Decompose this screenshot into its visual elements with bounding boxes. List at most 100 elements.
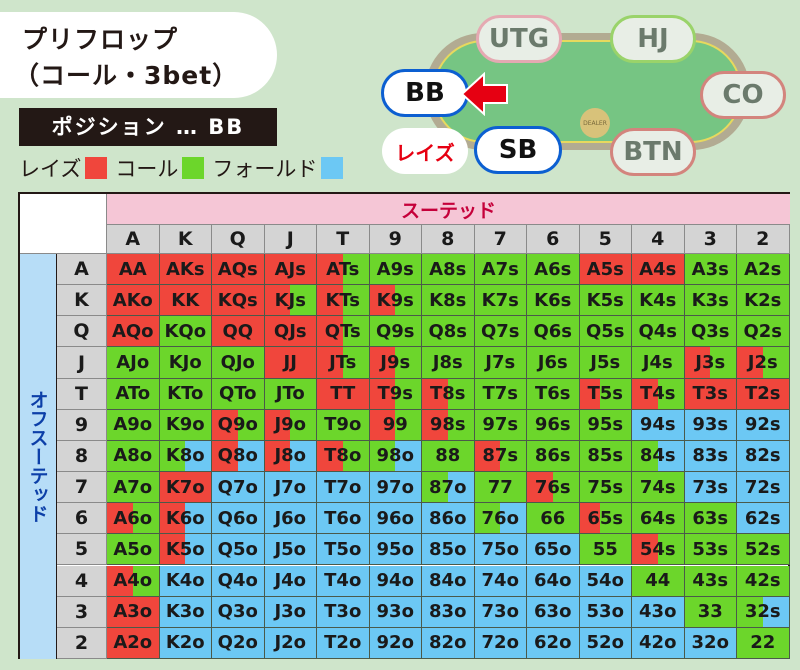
hand-cell-64s[interactable]: 64s <box>632 503 685 535</box>
hand-cell-AKo[interactable]: AKo <box>107 285 160 317</box>
hand-cell-T5o[interactable]: T5o <box>317 534 370 566</box>
hand-cell-JJ[interactable]: JJ <box>264 347 317 379</box>
hand-cell-95s[interactable]: 95s <box>579 409 632 441</box>
hand-cell-52o[interactable]: 52o <box>579 627 632 659</box>
hand-cell-72o[interactable]: 72o <box>474 627 527 659</box>
hand-cell-A3o[interactable]: A3o <box>107 596 160 628</box>
hand-cell-A8s[interactable]: A8s <box>422 254 475 286</box>
hand-cell-85s[interactable]: 85s <box>579 440 632 473</box>
hand-cell-J7o[interactable]: J7o <box>264 472 317 504</box>
hand-cell-55[interactable]: 55 <box>579 534 632 566</box>
hand-cell-92o[interactable]: 92o <box>369 627 422 659</box>
hand-cell-T9s[interactable]: T9s <box>369 378 422 410</box>
hand-cell-T7s[interactable]: T7s <box>474 378 527 410</box>
hand-cell-Q3o[interactable]: Q3o <box>212 596 265 628</box>
hand-cell-84o[interactable]: 84o <box>422 565 475 597</box>
hand-cell-Q8o[interactable]: Q8o <box>212 440 265 473</box>
hand-cell-93s[interactable]: 93s <box>684 409 737 441</box>
hand-cell-K7o[interactable]: K7o <box>159 472 212 504</box>
hand-cell-98s[interactable]: 98s <box>422 409 475 441</box>
hand-cell-83s[interactable]: 83s <box>684 440 737 473</box>
hand-cell-Q5o[interactable]: Q5o <box>212 534 265 566</box>
hand-cell-A7s[interactable]: A7s <box>474 254 527 286</box>
hand-cell-A2o[interactable]: A2o <box>107 627 160 659</box>
hand-cell-73o[interactable]: 73o <box>474 596 527 628</box>
hand-cell-AJs[interactable]: AJs <box>264 254 317 286</box>
hand-cell-Q8s[interactable]: Q8s <box>422 316 475 348</box>
hand-cell-J2o[interactable]: J2o <box>264 627 317 659</box>
hand-cell-K5s[interactable]: K5s <box>579 285 632 317</box>
hand-cell-T8s[interactable]: T8s <box>422 378 475 410</box>
hand-cell-J8s[interactable]: J8s <box>422 347 475 379</box>
hand-cell-K5o[interactable]: K5o <box>159 534 212 566</box>
hand-cell-82s[interactable]: 82s <box>737 440 790 473</box>
hand-cell-K6s[interactable]: K6s <box>527 285 580 317</box>
hand-cell-Q7o[interactable]: Q7o <box>212 472 265 504</box>
hand-cell-J6o[interactable]: J6o <box>264 503 317 535</box>
hand-cell-KJs[interactable]: KJs <box>264 285 317 317</box>
hand-cell-97s[interactable]: 97s <box>474 409 527 441</box>
hand-cell-T6s[interactable]: T6s <box>527 378 580 410</box>
hand-cell-K3o[interactable]: K3o <box>159 596 212 628</box>
hand-cell-95o[interactable]: 95o <box>369 534 422 566</box>
hand-cell-A2s[interactable]: A2s <box>737 254 790 286</box>
hand-cell-63o[interactable]: 63o <box>527 596 580 628</box>
hand-cell-32o[interactable]: 32o <box>684 627 737 659</box>
hand-cell-88[interactable]: 88 <box>422 440 475 473</box>
hand-cell-AQo[interactable]: AQo <box>107 316 160 348</box>
hand-cell-J3o[interactable]: J3o <box>264 596 317 628</box>
hand-cell-J8o[interactable]: J8o <box>264 440 317 473</box>
hand-cell-KQs[interactable]: KQs <box>212 285 265 317</box>
hand-cell-96o[interactable]: 96o <box>369 503 422 535</box>
hand-cell-QTo[interactable]: QTo <box>212 378 265 410</box>
hand-cell-96s[interactable]: 96s <box>527 409 580 441</box>
hand-cell-64o[interactable]: 64o <box>527 565 580 597</box>
hand-cell-Q5s[interactable]: Q5s <box>579 316 632 348</box>
hand-cell-QJo[interactable]: QJo <box>212 347 265 379</box>
hand-cell-43s[interactable]: 43s <box>684 565 737 597</box>
hand-cell-T8o[interactable]: T8o <box>317 440 370 473</box>
hand-cell-97o[interactable]: 97o <box>369 472 422 504</box>
hand-cell-J7s[interactable]: J7s <box>474 347 527 379</box>
hand-cell-94s[interactable]: 94s <box>632 409 685 441</box>
hand-cell-Q2o[interactable]: Q2o <box>212 627 265 659</box>
hand-cell-KTs[interactable]: KTs <box>317 285 370 317</box>
hand-cell-A5o[interactable]: A5o <box>107 534 160 566</box>
hand-cell-A4o[interactable]: A4o <box>107 565 160 597</box>
hand-cell-74s[interactable]: 74s <box>632 472 685 504</box>
hand-cell-AKs[interactable]: AKs <box>159 254 212 286</box>
hand-cell-J3s[interactable]: J3s <box>684 347 737 379</box>
hand-cell-85o[interactable]: 85o <box>422 534 475 566</box>
hand-cell-84s[interactable]: 84s <box>632 440 685 473</box>
hand-cell-62s[interactable]: 62s <box>737 503 790 535</box>
hand-cell-T3s[interactable]: T3s <box>684 378 737 410</box>
hand-cell-JTo[interactable]: JTo <box>264 378 317 410</box>
hand-cell-K4s[interactable]: K4s <box>632 285 685 317</box>
hand-cell-QJs[interactable]: QJs <box>264 316 317 348</box>
hand-cell-A7o[interactable]: A7o <box>107 472 160 504</box>
hand-cell-98o[interactable]: 98o <box>369 440 422 473</box>
hand-cell-99[interactable]: 99 <box>369 409 422 441</box>
hand-cell-J5s[interactable]: J5s <box>579 347 632 379</box>
hand-cell-75s[interactable]: 75s <box>579 472 632 504</box>
hand-cell-K9o[interactable]: K9o <box>159 409 212 441</box>
hand-cell-Q7s[interactable]: Q7s <box>474 316 527 348</box>
hand-cell-Q6o[interactable]: Q6o <box>212 503 265 535</box>
hand-cell-42o[interactable]: 42o <box>632 627 685 659</box>
hand-cell-A8o[interactable]: A8o <box>107 440 160 473</box>
hand-cell-T7o[interactable]: T7o <box>317 472 370 504</box>
hand-cell-T4s[interactable]: T4s <box>632 378 685 410</box>
hand-cell-53s[interactable]: 53s <box>684 534 737 566</box>
hand-cell-86s[interactable]: 86s <box>527 440 580 473</box>
hand-cell-77[interactable]: 77 <box>474 472 527 504</box>
hand-cell-J5o[interactable]: J5o <box>264 534 317 566</box>
hand-cell-T2o[interactable]: T2o <box>317 627 370 659</box>
hand-cell-J9s[interactable]: J9s <box>369 347 422 379</box>
hand-cell-K6o[interactable]: K6o <box>159 503 212 535</box>
hand-cell-93o[interactable]: 93o <box>369 596 422 628</box>
hand-cell-T5s[interactable]: T5s <box>579 378 632 410</box>
hand-cell-A4s[interactable]: A4s <box>632 254 685 286</box>
hand-cell-87s[interactable]: 87s <box>474 440 527 473</box>
hand-cell-J6s[interactable]: J6s <box>527 347 580 379</box>
hand-cell-A3s[interactable]: A3s <box>684 254 737 286</box>
